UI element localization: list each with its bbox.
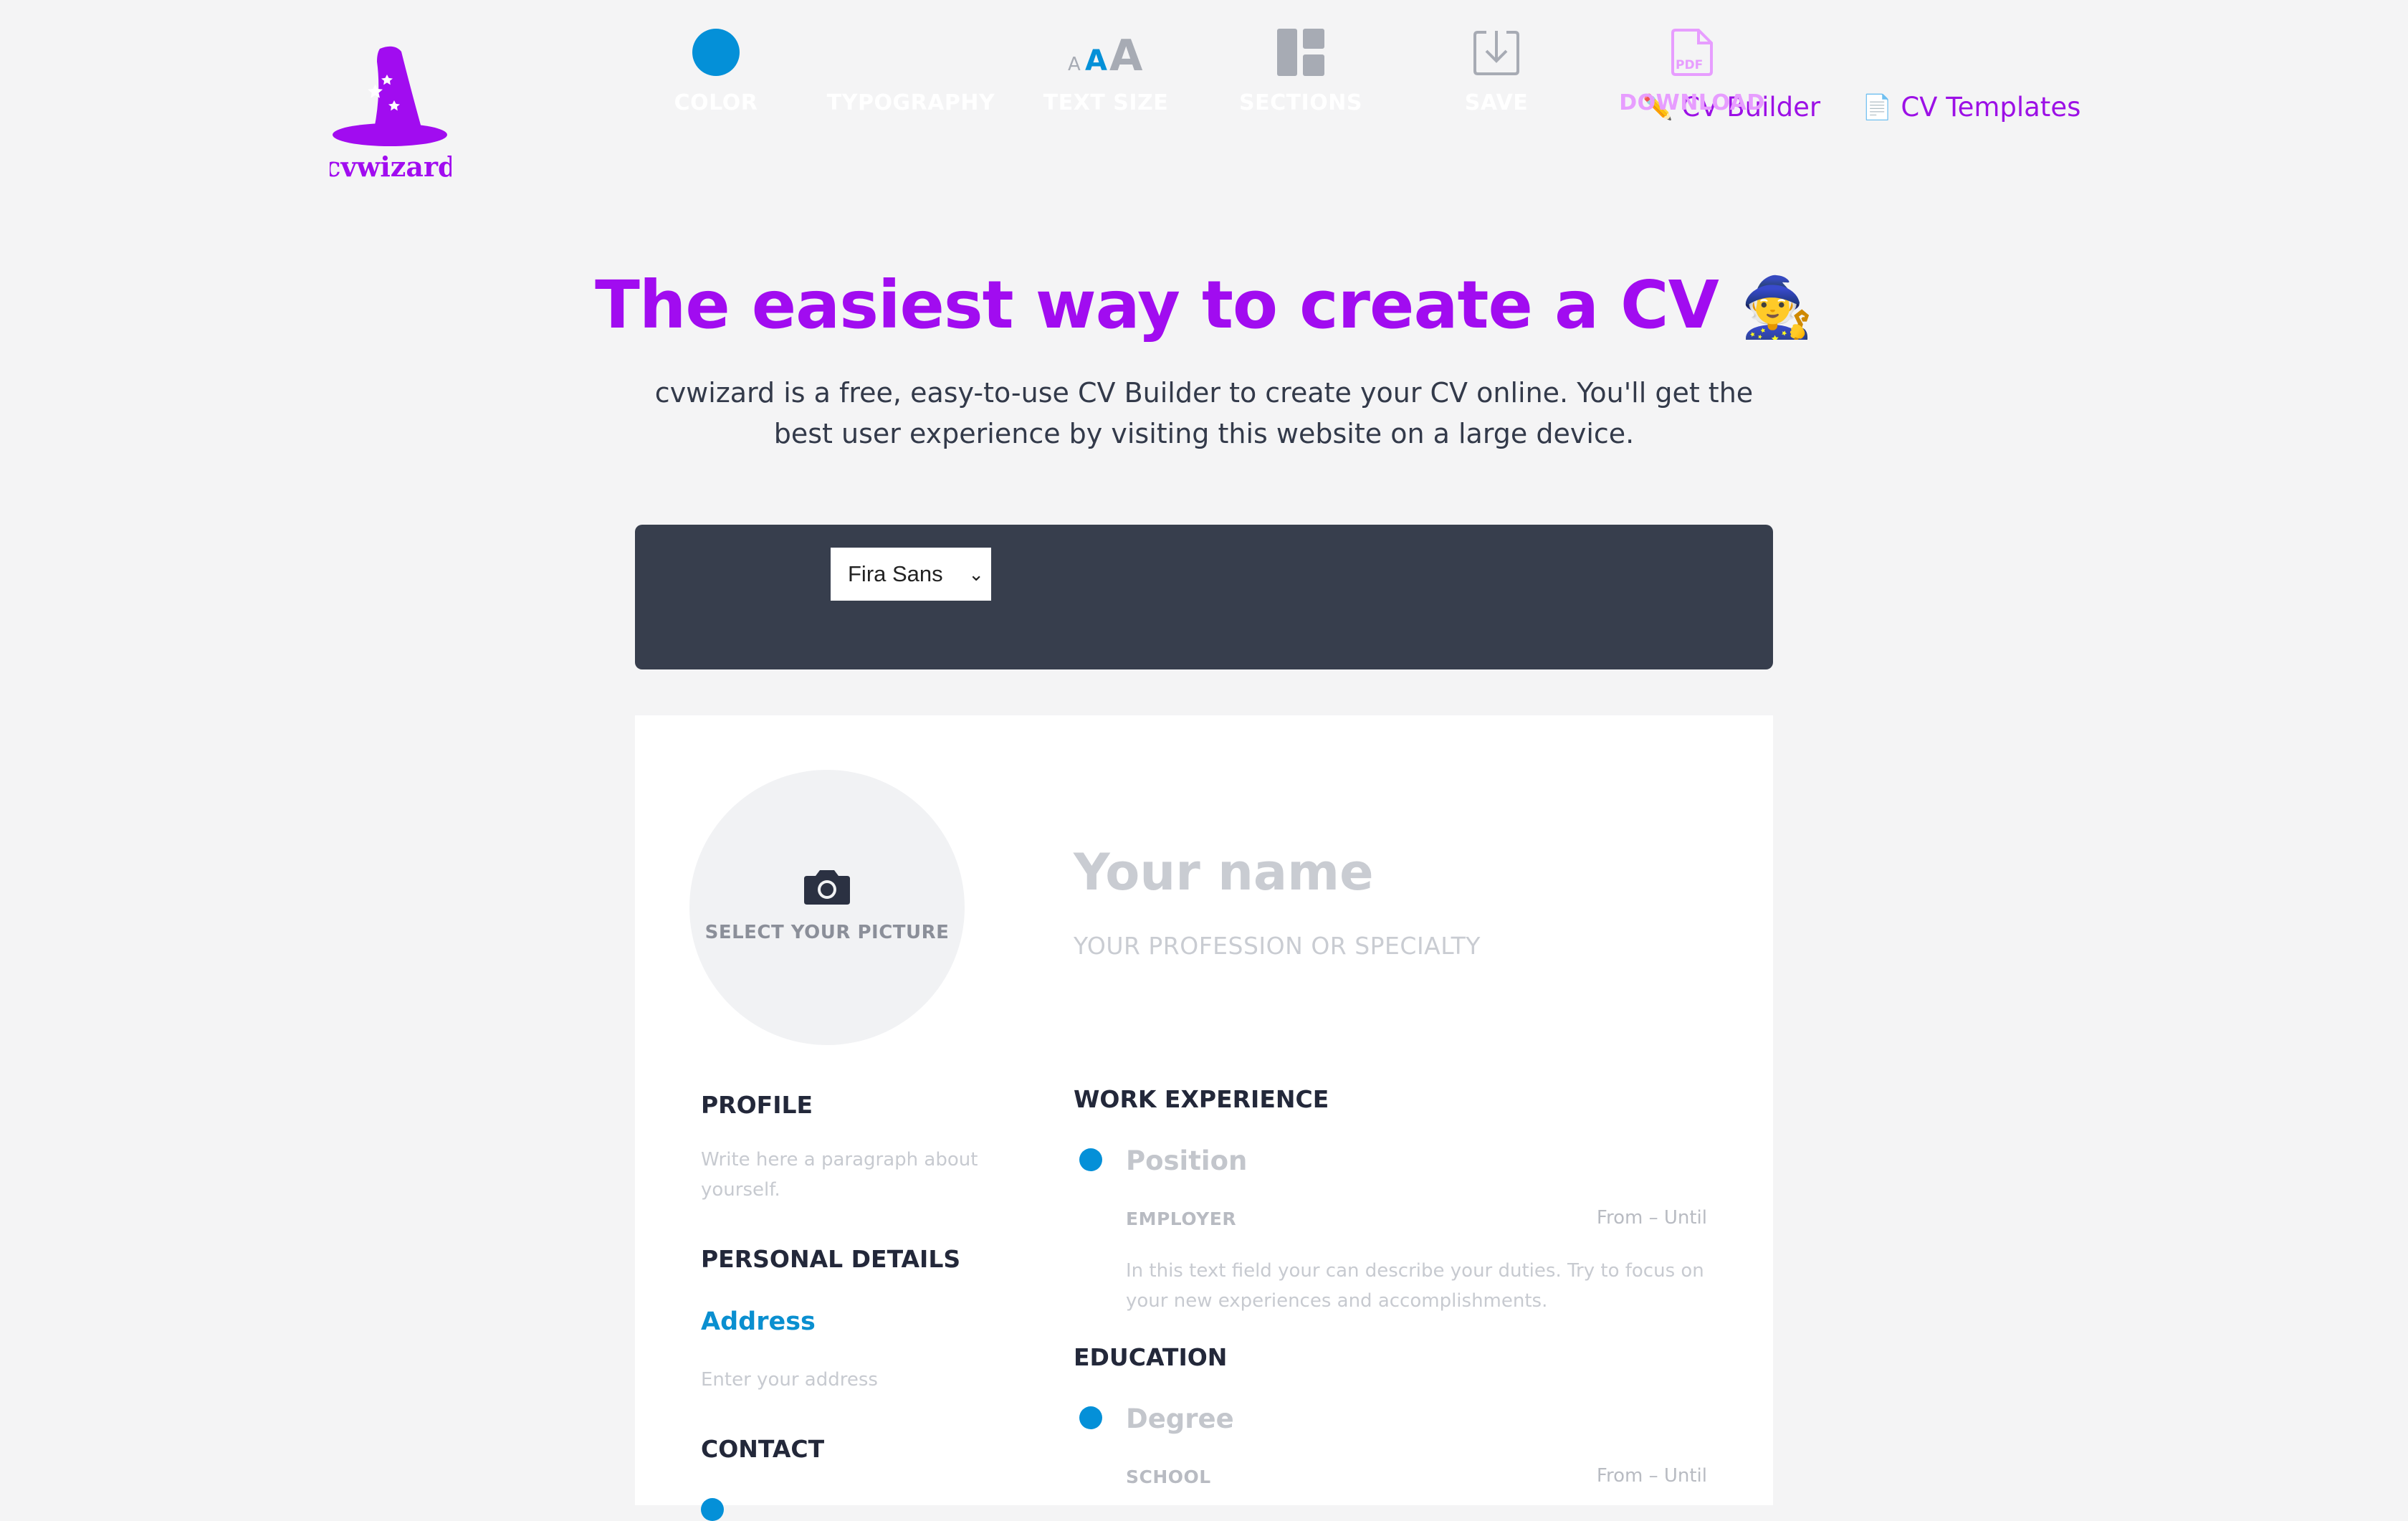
- employer-field[interactable]: EMPLOYER: [1126, 1208, 1236, 1229]
- save-label: SAVE: [1464, 90, 1529, 115]
- address-label[interactable]: Address: [701, 1307, 816, 1336]
- address-field[interactable]: Enter your address: [701, 1365, 878, 1395]
- text-size-icon: A A A: [1013, 27, 1199, 77]
- editor-toolbar: [635, 525, 1773, 669]
- chevron-down-icon: ⌄: [968, 563, 984, 585]
- position-field[interactable]: Position: [1126, 1145, 1247, 1176]
- save-download-icon: [1403, 27, 1590, 77]
- work-bullet: [1079, 1148, 1102, 1171]
- svg-text:A: A: [1068, 54, 1081, 75]
- text-size-button[interactable]: A A A TEXT SIZE: [1013, 0, 1199, 145]
- color-label: COLOR: [674, 90, 758, 115]
- typography-control: TYPOGRAPHY: [818, 0, 1004, 145]
- color-button[interactable]: COLOR: [623, 0, 809, 145]
- personal-details-heading: PERSONAL DETAILS: [701, 1245, 961, 1273]
- nav-cv-templates[interactable]: 📄 CV Templates: [1862, 92, 2080, 123]
- nav-cv-templates-label: CV Templates: [1901, 92, 2081, 123]
- contact-heading: CONTACT: [701, 1435, 825, 1463]
- wizard-emoji-icon: 🧙: [1740, 274, 1814, 342]
- school-field[interactable]: SCHOOL: [1126, 1467, 1211, 1487]
- education-bullet: [1079, 1406, 1102, 1429]
- name-field[interactable]: Your name: [1074, 843, 1374, 902]
- document-icon: 📄: [1862, 92, 1893, 122]
- sections-button[interactable]: SECTIONS: [1208, 0, 1394, 145]
- sections-label: SECTIONS: [1239, 90, 1362, 115]
- typography-select-value: Fira Sans: [848, 561, 943, 586]
- select-picture-button[interactable]: SELECT YOUR PICTURE: [689, 770, 965, 1045]
- download-pdf-button[interactable]: PDF DOWNLOAD: [1599, 0, 1785, 145]
- svg-text:A: A: [1085, 44, 1107, 77]
- save-button[interactable]: SAVE: [1403, 0, 1590, 145]
- select-picture-label: SELECT YOUR PICTURE: [704, 922, 950, 943]
- page-title: The easiest way to create a CV 🧙: [0, 267, 2408, 343]
- wizard-hat-icon: cvwizard: [330, 46, 452, 183]
- work-dates-field[interactable]: From – Until: [1505, 1207, 1707, 1229]
- pdf-file-icon: PDF: [1599, 27, 1785, 77]
- typography-label: TYPOGRAPHY: [826, 90, 995, 115]
- hero-subtitle: cvwizard is a free, easy-to-use CV Build…: [654, 377, 1754, 449]
- text-size-label: TEXT SIZE: [1043, 90, 1169, 115]
- svg-text:PDF: PDF: [1676, 58, 1703, 72]
- svg-text:A: A: [1109, 31, 1143, 77]
- layout-sections-icon: [1208, 27, 1394, 77]
- work-description-field[interactable]: In this text field your can describe you…: [1126, 1256, 1721, 1316]
- download-label: DOWNLOAD: [1619, 90, 1765, 115]
- education-dates-field[interactable]: From – Until: [1505, 1465, 1707, 1487]
- hero-title-text: The easiest way to create a CV: [595, 267, 1719, 343]
- color-swatch-icon: [692, 29, 740, 76]
- profile-field[interactable]: Write here a paragraph about yourself.: [701, 1145, 1002, 1205]
- profession-field[interactable]: YOUR PROFESSION OR SPECIALTY: [1074, 932, 1481, 960]
- contact-bullet: [701, 1498, 724, 1521]
- education-heading: EDUCATION: [1074, 1343, 1228, 1371]
- cvwizard-logo[interactable]: cvwizard: [330, 43, 452, 183]
- profile-heading: PROFILE: [701, 1091, 813, 1119]
- work-experience-heading: WORK EXPERIENCE: [1074, 1085, 1329, 1113]
- degree-field[interactable]: Degree: [1126, 1403, 1234, 1434]
- logo-text: cvwizard: [330, 151, 452, 183]
- typography-select[interactable]: Fira Sans ⌄: [831, 548, 991, 601]
- camera-icon: [804, 870, 850, 905]
